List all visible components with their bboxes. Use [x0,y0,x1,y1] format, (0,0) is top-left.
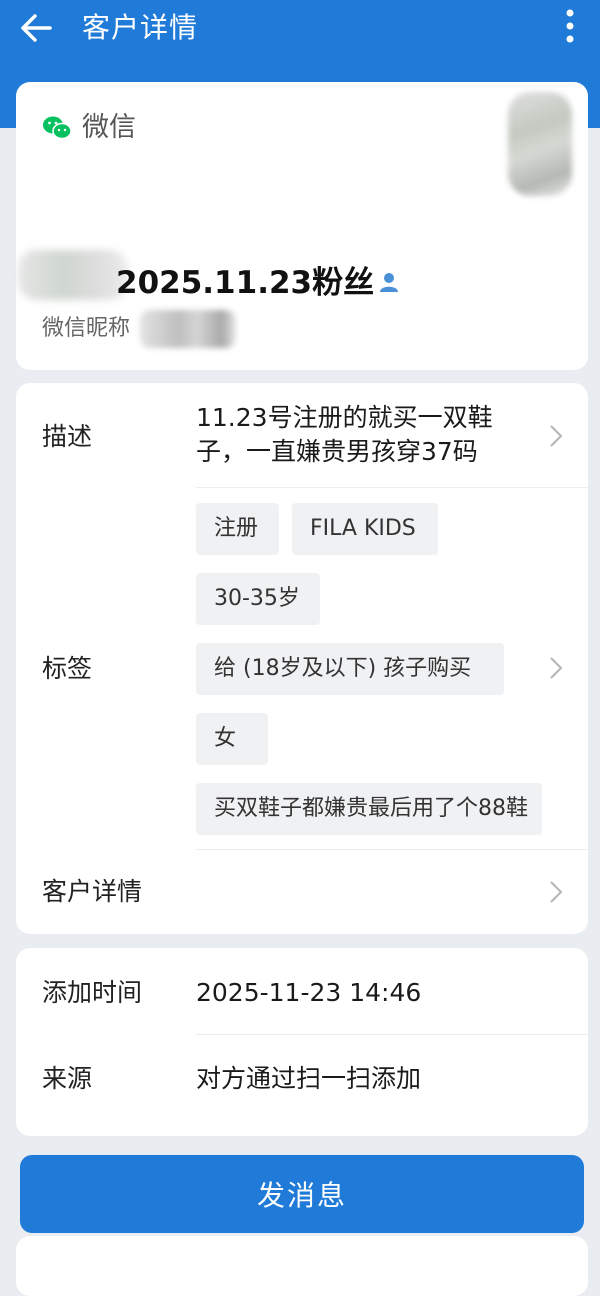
page-title: 客户详情 [82,11,199,44]
chevron-right-icon [550,657,563,679]
wechat-icon [43,116,72,140]
tag-item: 30-35岁 [196,573,320,625]
add-time-label: 添加时间 [42,978,143,1007]
person-icon [380,273,398,292]
bottom-card-partial [16,1236,588,1296]
customer-details-label: 客户详情 [42,877,143,906]
source-label: 来源 [42,1064,93,1093]
divider [196,849,588,850]
description-label: 描述 [42,422,93,451]
chevron-right-icon [550,881,563,903]
name-prefix-redacted [18,250,128,300]
nickname-label: 微信昵称 [42,316,131,341]
tag-item: 注册 [196,503,279,555]
tag-item: 给 (18岁及以下) 孩子购买 [196,643,504,695]
more-vertical-icon[interactable] [558,6,582,46]
send-message-button[interactable]: 发消息 [20,1155,584,1233]
customer-info-card: 描述 11.23号注册的就买一双鞋子，一直嫌贵男孩穿37码 标签 注册 FILA… [16,383,588,934]
tag-item: FILA KIDS [292,503,438,555]
divider [196,487,588,488]
divider [196,1034,588,1035]
arrow-left-icon[interactable] [18,8,58,48]
customer-profile-card: 微信 2025.11.23粉丝 微信昵称 [16,82,588,370]
tag-item: 买双鞋子都嫌贵最后用了个88鞋 [196,783,542,835]
nickname-redacted [140,310,236,348]
tag-item: 女 [196,713,268,765]
customer-name: 2025.11.23粉丝 [116,265,375,301]
chevron-right-icon [550,425,563,447]
source-value: 对方通过扫一扫添加 [196,1064,422,1093]
add-time-value: 2025-11-23 14:46 [196,978,422,1007]
description-value: 11.23号注册的就买一双鞋子，一直嫌贵男孩穿37码 [196,403,493,466]
tags-label: 标签 [42,654,93,683]
avatar[interactable] [508,92,572,196]
platform-label: 微信 [82,112,136,143]
customer-meta-card: 添加时间 2025-11-23 14:46 来源 对方通过扫一扫添加 [16,948,588,1136]
